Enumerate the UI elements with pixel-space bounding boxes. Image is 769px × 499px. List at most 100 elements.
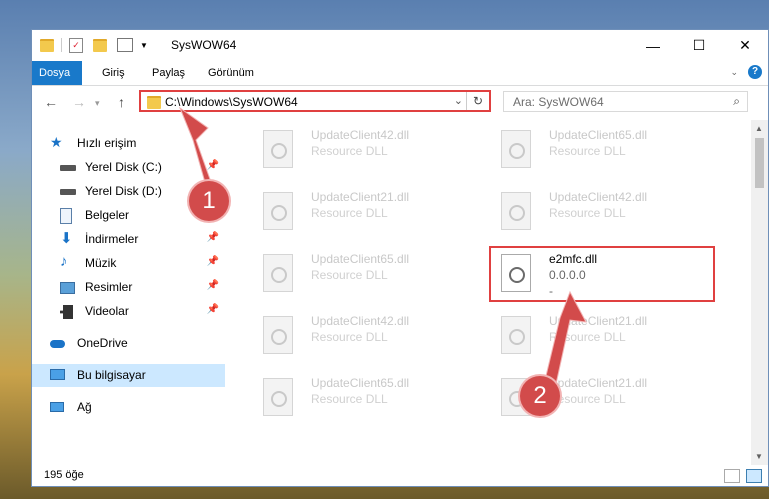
file-type: Resource DLL — [311, 330, 388, 344]
properties-icon[interactable]: ✓ — [69, 37, 83, 53]
search-placeholder: Ara: SysWOW64 — [513, 95, 604, 109]
up-button[interactable]: ↑ — [118, 94, 125, 110]
chevron-down-icon[interactable]: ▼ — [140, 41, 148, 50]
sidebar-item-downloads[interactable]: ⬇ İndirmeler 📌 — [32, 228, 225, 251]
list-item[interactable]: UpdateClient65.dll Resource DLL — [247, 248, 477, 298]
address-path[interactable]: C:\Windows\SysWOW64 — [165, 95, 298, 109]
ribbon-tabs: Dosya Giriş Paylaş Görünüm ⌄ ? — [32, 61, 768, 86]
highlight-box-file — [489, 246, 715, 302]
network-icon — [50, 402, 64, 412]
pin-icon[interactable]: 📌 — [207, 256, 219, 267]
scroll-up-icon[interactable]: ▲ — [755, 124, 763, 133]
file-type: Resource DLL — [311, 144, 388, 158]
back-button[interactable]: ← — [44, 94, 58, 110]
tiles-view-icon[interactable] — [746, 469, 762, 483]
file-name: UpdateClient42.dll — [311, 128, 410, 142]
list-item[interactable]: UpdateClient21.dll Resource DLL — [247, 186, 477, 236]
pin-icon[interactable]: 📌 — [207, 232, 219, 243]
file-name: UpdateClient42.dll — [549, 190, 648, 204]
sidebar-item-music[interactable]: ♪ Müzik 📌 — [32, 252, 225, 275]
sidebar-item-label: İndirmeler — [85, 232, 139, 246]
sidebar-item-onedrive[interactable]: OneDrive — [32, 332, 225, 355]
dll-file-icon — [501, 316, 531, 354]
documents-icon — [60, 208, 72, 224]
sidebar-item-label: Resimler — [85, 280, 133, 294]
help-icon[interactable]: ? — [748, 65, 762, 79]
list-item[interactable]: UpdateClient42.dll Resource DLL — [247, 124, 477, 174]
minimize-button[interactable]: — — [630, 30, 676, 61]
list-item[interactable]: UpdateClient65.dll Resource DLL — [485, 124, 715, 174]
title-bar[interactable]: ✓ ▼ SysWOW64 — ☐ ✕ — [32, 30, 768, 61]
folder-icon — [40, 38, 54, 52]
tab-file[interactable]: Dosya — [32, 61, 82, 85]
tab-share[interactable]: Paylaş — [142, 61, 195, 85]
pin-icon[interactable]: 📌 — [207, 160, 219, 171]
sidebar-item-quick-access[interactable]: ★ Hızlı erişim — [32, 132, 225, 155]
sidebar-item-label: Yerel Disk (D:) — [85, 184, 162, 198]
navigation-bar: ← → ▾ ↑ C:\Windows\SysWOW64 ⌄ ↻ Ara: Sys… — [32, 86, 768, 118]
scroll-down-icon[interactable]: ▼ — [755, 452, 763, 461]
maximize-button[interactable]: ☐ — [676, 30, 722, 61]
file-type: Resource DLL — [311, 392, 388, 406]
dll-file-icon — [501, 192, 531, 230]
file-type: Resource DLL — [549, 330, 626, 344]
download-icon: ⬇ — [60, 230, 73, 247]
vertical-scrollbar[interactable]: ▲ ▼ — [751, 120, 768, 465]
dll-file-icon — [501, 130, 531, 168]
forward-button[interactable]: → — [72, 94, 86, 110]
sidebar-item-label: Müzik — [85, 256, 117, 270]
list-item[interactable]: UpdateClient42.dll Resource DLL — [247, 310, 477, 360]
close-button[interactable]: ✕ — [722, 30, 768, 61]
details-view-icon[interactable] — [724, 469, 740, 483]
sidebar-item-label: Belgeler — [85, 208, 130, 222]
pictures-icon — [60, 282, 75, 294]
sidebar-item-label: Hızlı erişim — [77, 136, 137, 150]
file-type: Resource DLL — [549, 144, 626, 158]
scrollbar-thumb[interactable] — [755, 138, 764, 188]
expand-ribbon-icon[interactable]: ⌄ — [730, 67, 738, 78]
file-name: UpdateClient65.dll — [311, 376, 410, 390]
sidebar-item-label: Videolar — [85, 304, 129, 318]
file-type: Resource DLL — [549, 206, 626, 220]
tab-home[interactable]: Giriş — [92, 61, 135, 85]
music-icon: ♪ — [60, 253, 68, 270]
sidebar-item-videos[interactable]: Videolar 📌 — [32, 300, 225, 323]
tab-view[interactable]: Görünüm — [198, 61, 264, 85]
file-name: UpdateClient42.dll — [311, 314, 410, 328]
pin-icon[interactable]: 📌 — [207, 304, 219, 315]
sidebar-item-local-disk-c[interactable]: Yerel Disk (C:) 📌 — [32, 156, 225, 179]
recent-locations-icon[interactable]: ▾ — [95, 98, 100, 109]
drive-icon — [60, 165, 76, 171]
search-icon[interactable]: ⌕ — [733, 94, 740, 109]
sidebar-item-network[interactable]: Ağ — [32, 396, 225, 419]
list-item[interactable]: UpdateClient42.dll Resource DLL — [485, 186, 715, 236]
list-item[interactable]: UpdateClient65.dll Resource DLL — [247, 372, 477, 422]
pin-icon[interactable]: 📌 — [207, 280, 219, 291]
file-name: UpdateClient21.dll — [311, 190, 410, 204]
navigation-pane: ★ Hızlı erişim Yerel Disk (C:) 📌 Yerel D… — [32, 124, 227, 464]
search-input[interactable]: Ara: SysWOW64 ⌕ — [503, 91, 748, 112]
file-type: Resource DLL — [311, 268, 388, 282]
address-bar[interactable]: C:\Windows\SysWOW64 ⌄ ↻ — [139, 90, 491, 112]
sidebar-item-this-pc[interactable]: Bu bilgisayar — [32, 364, 225, 387]
window-title: SysWOW64 — [171, 38, 237, 52]
drive-icon — [60, 189, 76, 195]
item-count: 195 öğe — [44, 469, 84, 481]
sidebar-item-label: Bu bilgisayar — [77, 368, 146, 382]
annotation-badge-2: 2 — [520, 376, 560, 416]
refresh-icon[interactable]: ↻ — [466, 92, 489, 110]
file-name: UpdateClient21.dll — [549, 314, 648, 328]
star-icon: ★ — [50, 134, 63, 150]
dll-file-icon — [263, 254, 293, 292]
file-type: Resource DLL — [549, 392, 626, 406]
divider — [61, 38, 62, 52]
computer-icon — [50, 369, 65, 380]
new-folder-icon[interactable] — [93, 38, 107, 52]
dll-file-icon — [263, 316, 293, 354]
sidebar-item-pictures[interactable]: Resimler 📌 — [32, 276, 225, 299]
cloud-icon — [50, 340, 65, 348]
videos-icon — [60, 305, 73, 319]
view-options-icon[interactable] — [117, 38, 133, 52]
list-item[interactable]: UpdateClient21.dll Resource DLL — [485, 310, 715, 360]
chevron-down-icon[interactable]: ⌄ — [454, 94, 463, 107]
